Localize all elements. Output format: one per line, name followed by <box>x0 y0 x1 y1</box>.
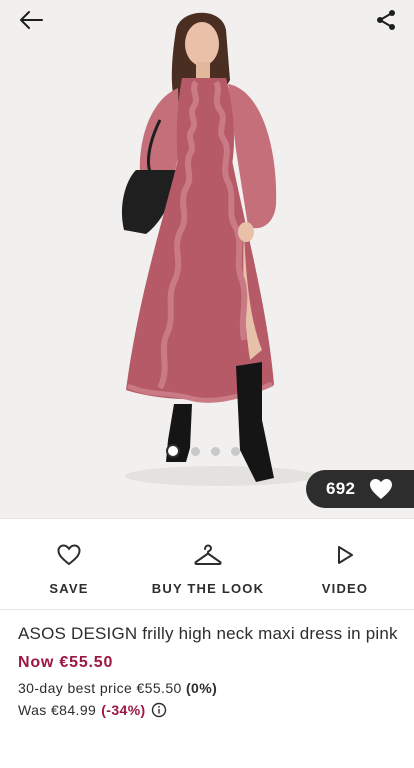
share-button[interactable] <box>366 4 406 36</box>
discount-percent: (-34%) <box>101 702 146 718</box>
video-label: VIDEO <box>321 581 369 596</box>
info-icon[interactable] <box>151 702 167 718</box>
product-actions-bar: SAVE BUY THE LOOK VIDEO <box>0 518 414 610</box>
was-price: Was €84.99 <box>18 702 97 718</box>
heart-outline-icon <box>57 544 81 566</box>
likes-badge[interactable]: 692 <box>306 470 414 508</box>
video-button[interactable]: VIDEO <box>316 541 374 596</box>
heart-filled-icon <box>370 479 393 499</box>
current-price: Now €55.50 <box>18 654 114 671</box>
best-price-line: 30-day best price €55.50 (0%) <box>18 680 398 696</box>
buy-the-look-button[interactable]: BUY THE LOOK <box>148 541 268 596</box>
buy-the-look-label: BUY THE LOOK <box>151 581 265 596</box>
back-arrow-icon <box>20 11 43 29</box>
carousel-dot-4[interactable] <box>231 446 240 456</box>
product-info: ASOS DESIGN frilly high neck maxi dress … <box>18 620 398 718</box>
back-button[interactable] <box>11 4 51 36</box>
carousel-dot-3[interactable] <box>211 446 220 456</box>
play-icon <box>338 546 353 564</box>
carousel-dot-1[interactable] <box>166 444 180 458</box>
hanger-icon <box>194 544 222 565</box>
product-photo <box>121 12 315 486</box>
product-image-gallery[interactable]: 692 <box>0 0 414 518</box>
carousel-dots <box>166 444 240 458</box>
likes-count: 692 <box>326 479 356 498</box>
best-price-percent: (0%) <box>186 680 218 696</box>
best-price-text: 30-day best price €55.50 <box>18 680 182 696</box>
save-label: SAVE <box>49 581 89 596</box>
product-title: ASOS DESIGN frilly high neck maxi dress … <box>18 624 398 643</box>
carousel-dot-2[interactable] <box>191 446 200 456</box>
was-price-line: Was €84.99 (-34%) <box>18 702 398 718</box>
save-button[interactable]: SAVE <box>44 541 94 596</box>
share-icon <box>377 10 395 30</box>
